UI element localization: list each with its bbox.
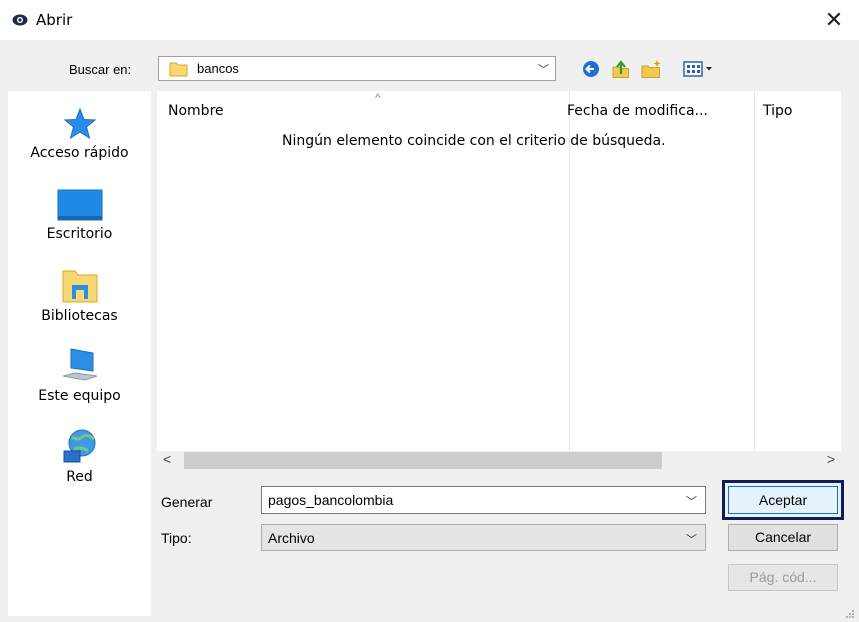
file-type-dropdown[interactable]: Archivo ﹀ — [261, 524, 706, 551]
look-in-label: Buscar en: — [69, 62, 132, 77]
place-this-pc[interactable]: Este equipo — [8, 346, 151, 404]
empty-message: Ningún elemento coincide con el criterio… — [282, 133, 666, 149]
file-name-label: Generar — [161, 494, 213, 510]
place-label: Bibliotecas — [41, 308, 118, 324]
close-button[interactable]: ✕ — [818, 6, 850, 34]
file-name-combo[interactable]: ﹀ — [261, 486, 706, 514]
place-label: Red — [66, 469, 93, 485]
chevron-down-icon: ﹀ — [686, 534, 697, 546]
cancel-button[interactable]: Cancelar — [728, 524, 838, 551]
file-type-label: Tipo: — [161, 530, 192, 546]
column-divider — [754, 91, 755, 451]
scroll-left-icon[interactable]: < — [163, 451, 171, 467]
place-label: Acceso rápido — [30, 145, 129, 161]
place-desktop[interactable]: Escritorio — [8, 188, 151, 242]
place-quick-access[interactable]: Acceso rápido — [8, 107, 151, 161]
file-name-input[interactable] — [262, 487, 682, 513]
desktop-icon — [57, 189, 102, 221]
view-menu-icon[interactable] — [682, 59, 714, 79]
look-in-dropdown[interactable]: bancos ﹀ — [158, 56, 556, 81]
place-libraries[interactable]: Bibliotecas — [8, 268, 151, 324]
back-arrow-icon[interactable] — [580, 59, 602, 79]
star-icon — [63, 107, 96, 140]
resize-grip-icon[interactable] — [846, 610, 854, 618]
app-eye-icon — [12, 14, 28, 26]
column-header-date[interactable]: Fecha de modifica... — [567, 103, 708, 119]
scrollbar-thumb[interactable] — [184, 452, 662, 469]
code-page-button: Pág. cód... — [728, 564, 838, 591]
window-title: Abrir — [36, 11, 73, 29]
sort-ascending-icon: ^ — [375, 91, 381, 105]
places-bar: Acceso rápido Escritorio Bibliotecas Est… — [8, 91, 151, 616]
network-icon — [63, 429, 95, 463]
horizontal-scrollbar[interactable]: < > — [157, 451, 841, 471]
up-folder-icon[interactable] — [610, 59, 632, 79]
folder-icon — [169, 62, 188, 77]
computer-icon — [62, 348, 97, 381]
libraries-icon — [62, 270, 97, 303]
title-bar: Abrir ✕ — [0, 0, 859, 40]
chevron-down-icon: ﹀ — [538, 64, 549, 76]
place-label: Este equipo — [38, 388, 121, 404]
place-network[interactable]: Red — [8, 427, 151, 485]
file-list[interactable]: ^ Nombre Fecha de modifica... Tipo Ningú… — [157, 91, 841, 471]
chevron-down-icon[interactable]: ﹀ — [686, 493, 697, 509]
file-type-value: Archivo — [268, 530, 315, 546]
new-folder-icon[interactable] — [640, 59, 662, 79]
close-icon: ✕ — [824, 7, 844, 32]
column-header-type[interactable]: Tipo — [763, 103, 792, 119]
column-header-name[interactable]: Nombre — [168, 103, 224, 119]
look-in-value: bancos — [197, 61, 239, 76]
scroll-right-icon[interactable]: > — [827, 451, 835, 467]
place-label: Escritorio — [46, 226, 113, 242]
accept-button[interactable]: Aceptar — [728, 486, 838, 514]
